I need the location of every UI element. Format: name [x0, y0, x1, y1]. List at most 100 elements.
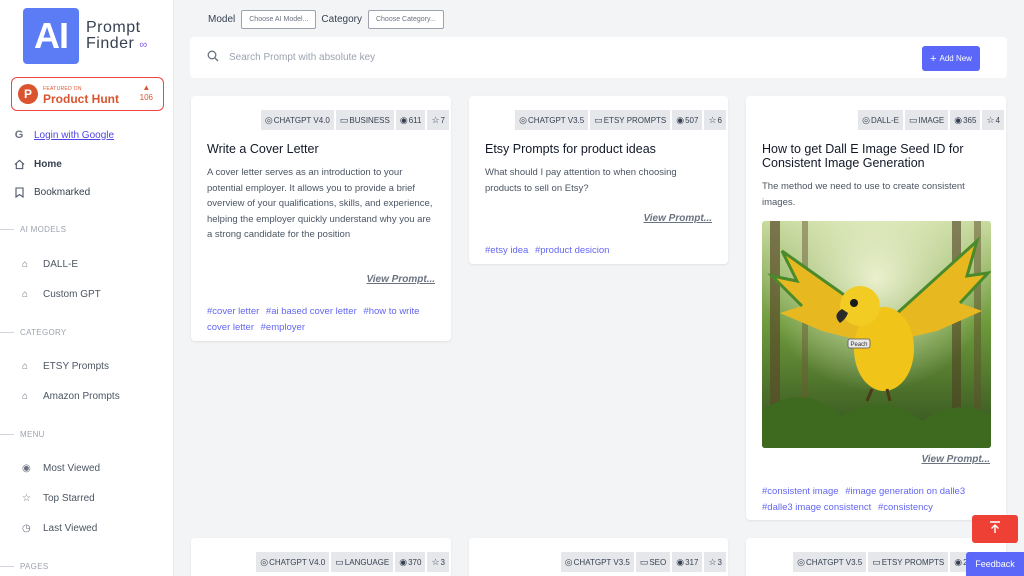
category-chip[interactable]: ▭ LANGUAGE — [331, 552, 394, 572]
prompt-card[interactable]: ◎ CHATGPT V4.0 ▭ LANGUAGE ◉ 370 ☆ 3 — [191, 538, 451, 576]
star-chip[interactable]: ☆ 7 — [427, 110, 449, 130]
model-icon: ◎ — [862, 114, 870, 125]
view-prompt-link[interactable]: View Prompt... — [643, 213, 712, 224]
section-pages: PAGES — [0, 562, 174, 571]
prompt-card[interactable]: ◎ DALL-E ▭ IMAGE ◉ 365 ☆ 4 How to get Dall E… — [746, 96, 1006, 520]
product-hunt-name: Product Hunt — [43, 92, 119, 106]
star-chip[interactable]: ☆3 — [704, 552, 726, 572]
model-chip[interactable]: ◎ CHATGPT V3.5 — [515, 110, 589, 130]
plus-icon: + — [930, 52, 937, 65]
hashtag[interactable]: #cover letter — [207, 306, 259, 317]
sidebar-item-etsy-prompts[interactable]: ⌂ ETSY Prompts — [22, 356, 109, 376]
card-hashtags: #etsy idea #product desicion — [485, 243, 613, 259]
card-title[interactable]: Write a Cover Letter — [207, 142, 319, 156]
tag-icon: ▭ — [335, 556, 344, 567]
category-select[interactable]: Choose Category... — [367, 10, 444, 29]
product-hunt-badge[interactable]: P FEATURED ON Product Hunt ▲ 106 — [11, 77, 164, 111]
tag-icon: ▭ — [339, 114, 349, 125]
sidebar-item-top-starred[interactable]: ☆ Top Starred — [22, 488, 95, 508]
sidebar-item-most-viewed[interactable]: ◉ Most Viewed — [22, 458, 100, 478]
tag-icon: ▭ — [872, 556, 881, 567]
category-chip[interactable]: ▭ ETSY PROMPTS — [868, 552, 949, 572]
category-chip[interactable]: ▭ SEO — [635, 552, 671, 572]
hashtag[interactable]: #consistent image — [762, 486, 839, 497]
star-chip[interactable]: ☆3 — [427, 552, 449, 572]
views-chip: ◉ 365 — [950, 110, 981, 130]
view-prompt-link[interactable]: View Prompt... — [921, 454, 990, 465]
views-chip: ◉ 317 — [672, 552, 703, 572]
product-hunt-count: 106 — [139, 93, 153, 102]
star-icon: ☆ — [986, 114, 995, 125]
star-chip[interactable]: ☆ 4 — [982, 110, 1004, 130]
search-bar: + Add New — [190, 37, 1007, 78]
search-input[interactable] — [229, 52, 829, 63]
home-label: Home — [34, 158, 62, 170]
sidebar-item-bookmarked[interactable]: Bookmarked — [12, 182, 90, 202]
site-logo[interactable]: AI Prompt Finder ∞ — [23, 8, 148, 64]
google-login-label: Login with Google — [34, 129, 115, 141]
hashtag[interactable]: #consistency — [878, 502, 933, 513]
model-icon: ◎ — [264, 114, 273, 125]
tag-icon: ▭ — [594, 114, 603, 125]
model-chip[interactable]: ◎ CHATGPT V3.5 — [793, 552, 867, 572]
logo-mark: AI — [23, 8, 79, 64]
category-chip[interactable]: ▭ ETSY PROMPTS — [590, 110, 671, 130]
hashtag[interactable]: #ai based cover letter — [266, 306, 357, 317]
eye-icon: ◉ — [954, 556, 963, 567]
eye-icon: ◉ — [399, 114, 408, 125]
add-new-button[interactable]: + Add New — [922, 46, 980, 71]
eye-icon: ◉ — [22, 462, 31, 474]
star-icon: ☆ — [431, 114, 440, 125]
card-hashtags: #consistent image #image generation on d… — [762, 484, 997, 515]
category-chip[interactable]: ▭ IMAGE — [904, 110, 949, 130]
category-label: Category — [321, 14, 362, 25]
view-prompt-link[interactable]: View Prompt... — [366, 274, 435, 285]
model-select[interactable]: Choose AI Model... — [241, 10, 317, 29]
product-hunt-icon: P — [18, 84, 38, 104]
hashtag[interactable]: #product desicion — [535, 245, 609, 256]
hashtag[interactable]: #etsy idea — [485, 245, 528, 256]
category-chip[interactable]: ▭ BUSINESS — [335, 110, 394, 130]
tag-icon: ⌂ — [22, 288, 29, 300]
model-icon: ◎ — [519, 114, 528, 125]
star-chip[interactable]: ☆ 6 — [704, 110, 726, 130]
parrot-image[interactable]: Peach — [762, 221, 991, 448]
home-icon — [12, 159, 26, 170]
hashtag[interactable]: #employer — [261, 322, 305, 333]
section-menu: MENU — [0, 430, 174, 439]
sidebar-item-dall-e[interactable]: ⌂ DALL-E — [22, 254, 78, 274]
star-icon: ☆ — [22, 492, 31, 504]
tag-icon: ▭ — [908, 114, 918, 125]
sidebar-item-home[interactable]: Home — [12, 154, 62, 174]
infinity-icon: ∞ — [139, 38, 148, 51]
sidebar-item-amazon-prompts[interactable]: ⌂ Amazon Prompts — [22, 386, 120, 406]
prompt-card[interactable]: ◎ CHATGPT V3.5 ▭ SEO ◉ 317 ☆ 3 — [469, 538, 728, 576]
feedback-button[interactable]: Feedback — [966, 552, 1024, 576]
arrow-up-icon — [989, 521, 1001, 537]
prompt-card[interactable]: ◎ CHATGPT V4.0 ▭ BUSINESS ◉ 611 ☆ 7 Write a … — [191, 96, 451, 341]
model-chip[interactable]: ◎ CHATGPT V4.0 — [260, 110, 334, 130]
hashtag[interactable]: #image generation on dalle3 — [845, 486, 965, 497]
tag-icon: ⌂ — [22, 258, 29, 270]
bookmark-icon — [12, 186, 26, 198]
card-description: A cover letter serves as an introduction… — [207, 167, 433, 240]
scroll-to-top-button[interactable] — [972, 515, 1018, 543]
star-icon: ☆ — [708, 556, 717, 567]
google-login-link[interactable]: G Login with Google — [12, 125, 114, 145]
model-chip[interactable]: ◎ CHATGPT V4.0 — [256, 552, 330, 572]
model-label: Model — [208, 14, 236, 25]
prompt-card[interactable]: ◎ CHATGPT V3.5 ▭ ETSY PROMPTS ◉ 507 ☆ 6 Etsy… — [469, 96, 728, 264]
search-icon — [207, 50, 219, 65]
section-ai-models: AI MODELS — [0, 225, 174, 234]
sidebar-item-custom-gpt[interactable]: ⌂ Custom GPT — [22, 284, 101, 304]
card-description: What should I pay attention to when choo… — [485, 167, 677, 194]
card-title[interactable]: Etsy Prompts for product ideas — [485, 142, 656, 156]
card-title[interactable]: How to get Dall E Image Seed ID for Cons… — [762, 142, 977, 170]
sidebar-item-last-viewed[interactable]: ◷ Last Viewed — [22, 518, 97, 538]
star-icon: ☆ — [431, 556, 440, 567]
eye-icon: ◉ — [676, 556, 685, 567]
model-icon: ◎ — [797, 556, 806, 567]
model-chip[interactable]: ◎ DALL-E — [858, 110, 903, 130]
hashtag[interactable]: #dalle3 image consistenct — [762, 502, 871, 513]
model-chip[interactable]: ◎ CHATGPT V3.5 — [560, 552, 634, 572]
